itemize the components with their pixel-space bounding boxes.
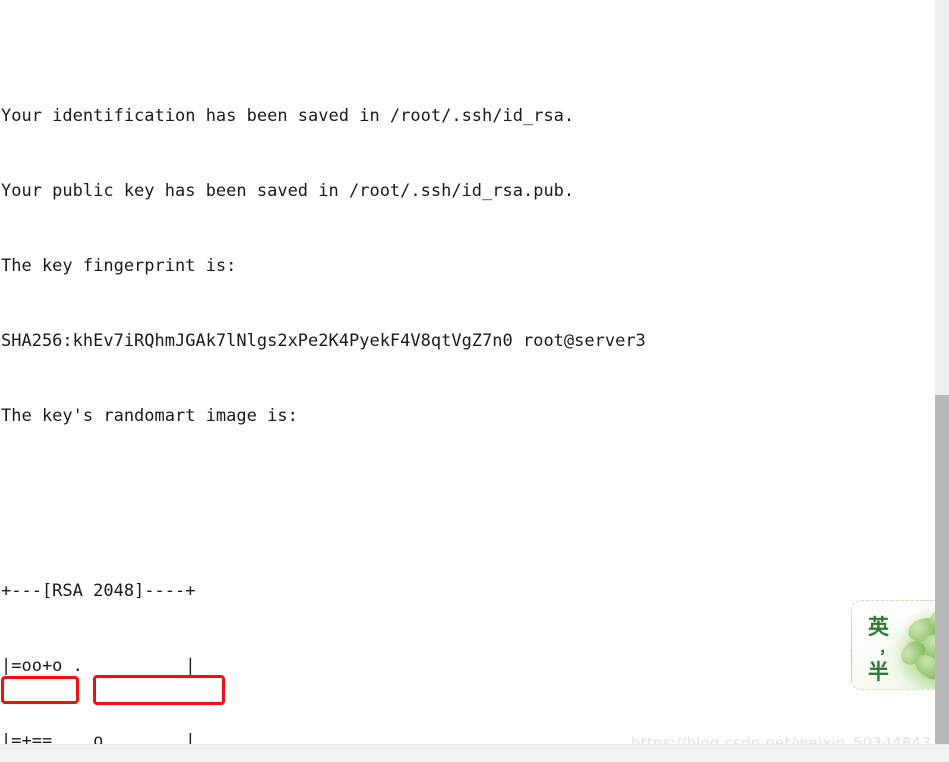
vertical-scrollbar-thumb[interactable] [935,395,949,744]
randomart-line-1: |=oo+o . | [1,656,196,676]
terminal-line-randomart-label: The key's randomart image is: [1,406,298,426]
bottom-strip [0,744,949,762]
randomart-line-top: +---[RSA 2048]----+ [1,581,196,601]
terminal-line-publickey-saved: Your public key has been saved in /root/… [1,181,575,201]
vertical-scrollbar-track[interactable] [935,0,949,744]
ime-punctuation-mode-label[interactable]: ， [879,637,894,658]
ime-width-mode-label[interactable]: 半 [868,656,889,686]
randomart-box: +---[RSA 2048]----+ |=oo+o . | |=+== o |… [1,529,935,744]
terminal-line-fingerprint-value: SHA256:khEv7iRQhmJGAk7lNlgs2xPe2K4PyekF4… [1,331,646,351]
terminal-line-fingerprint-label: The key fingerprint is: [1,256,237,276]
bottom-strip-ghost-text [8,750,328,762]
terminal-line-identification-saved: Your identification has been saved in /r… [1,106,575,126]
terminal-window[interactable]: Your identification has been saved in /r… [0,0,935,744]
